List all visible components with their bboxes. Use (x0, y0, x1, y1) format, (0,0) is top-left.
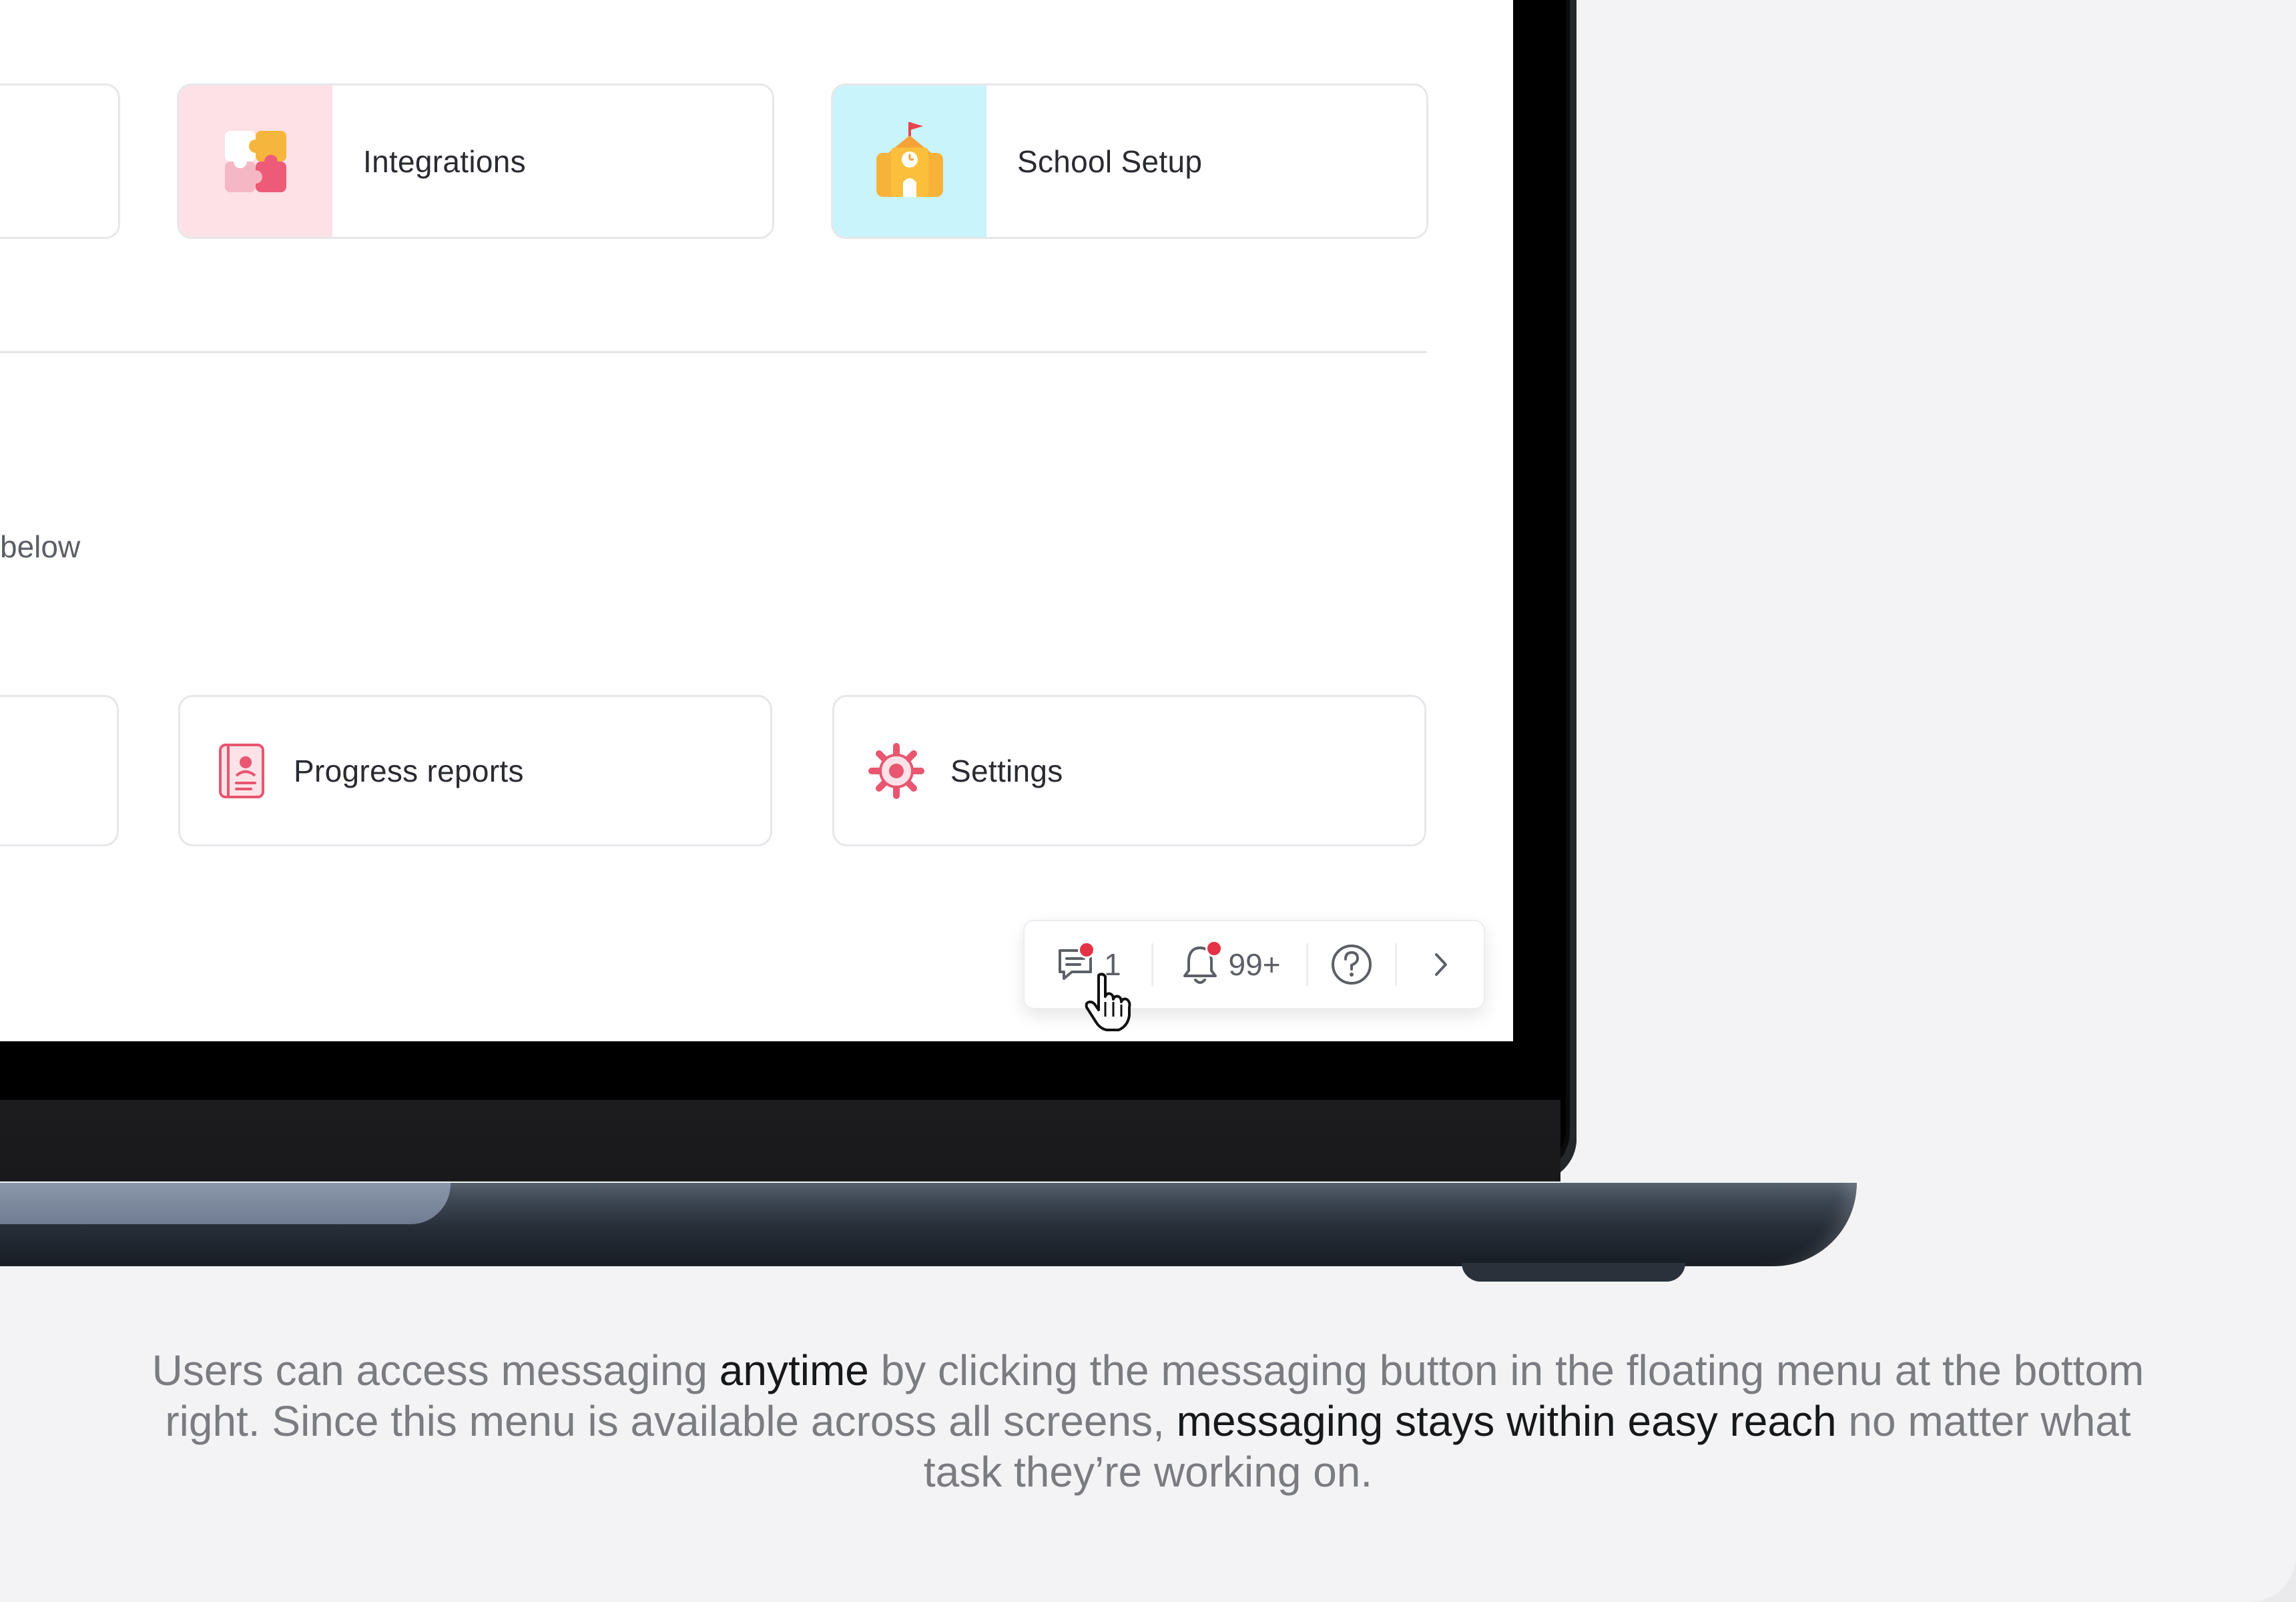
expand-menu-button[interactable] (1397, 921, 1484, 1008)
school-setup-card[interactable]: School Setup (831, 83, 1428, 239)
gear-icon (868, 742, 924, 799)
settings-card[interactable]: Settings (832, 695, 1426, 846)
integrations-card[interactable]: Integrations (177, 83, 774, 239)
caption-bold-2: messaging stays within easy reach (1176, 1397, 1837, 1445)
message-unread-badge (1078, 941, 1095, 959)
report-card-icon (219, 743, 264, 798)
section-divider (0, 351, 1427, 353)
question-circle-icon (1332, 945, 1372, 985)
card-partial-top[interactable] (0, 83, 120, 239)
school-setup-label: School Setup (1017, 144, 1203, 179)
caption-part-1: Users can access messaging (152, 1346, 720, 1394)
help-button[interactable] (1308, 921, 1395, 1008)
notification-unread-badge (1205, 940, 1223, 957)
school-building-icon (876, 121, 943, 197)
school-setup-icon-tile (833, 85, 986, 237)
progress-reports-label: Progress reports (294, 753, 524, 788)
laptop-foot (1462, 1263, 1685, 1282)
section-description-text: below (0, 529, 81, 564)
puzzle-icon (225, 130, 286, 192)
integrations-label: Integrations (363, 144, 526, 179)
hand-pointer-cursor-icon (1085, 973, 1131, 1031)
notifications-count: 99+ (1228, 947, 1281, 982)
settings-label: Settings (950, 753, 1063, 788)
caption-text: Users can access messaging anytime by cl… (133, 1345, 2163, 1497)
chevron-right-icon (1435, 953, 1448, 976)
caption-bold-1: anytime (719, 1346, 869, 1394)
app-screen: Integrations School Setup below Progress… (0, 0, 1513, 1041)
laptop-opening-notch (0, 1183, 451, 1224)
presentation-canvas: Integrations School Setup below Progress… (0, 0, 2296, 1602)
laptop-bottom-bezel (0, 1100, 1560, 1181)
progress-reports-card[interactable]: Progress reports (178, 695, 772, 846)
notifications-button[interactable]: 99+ (1153, 921, 1307, 1008)
integrations-icon-tile (179, 85, 332, 237)
card-partial-bottom[interactable] (0, 695, 119, 846)
